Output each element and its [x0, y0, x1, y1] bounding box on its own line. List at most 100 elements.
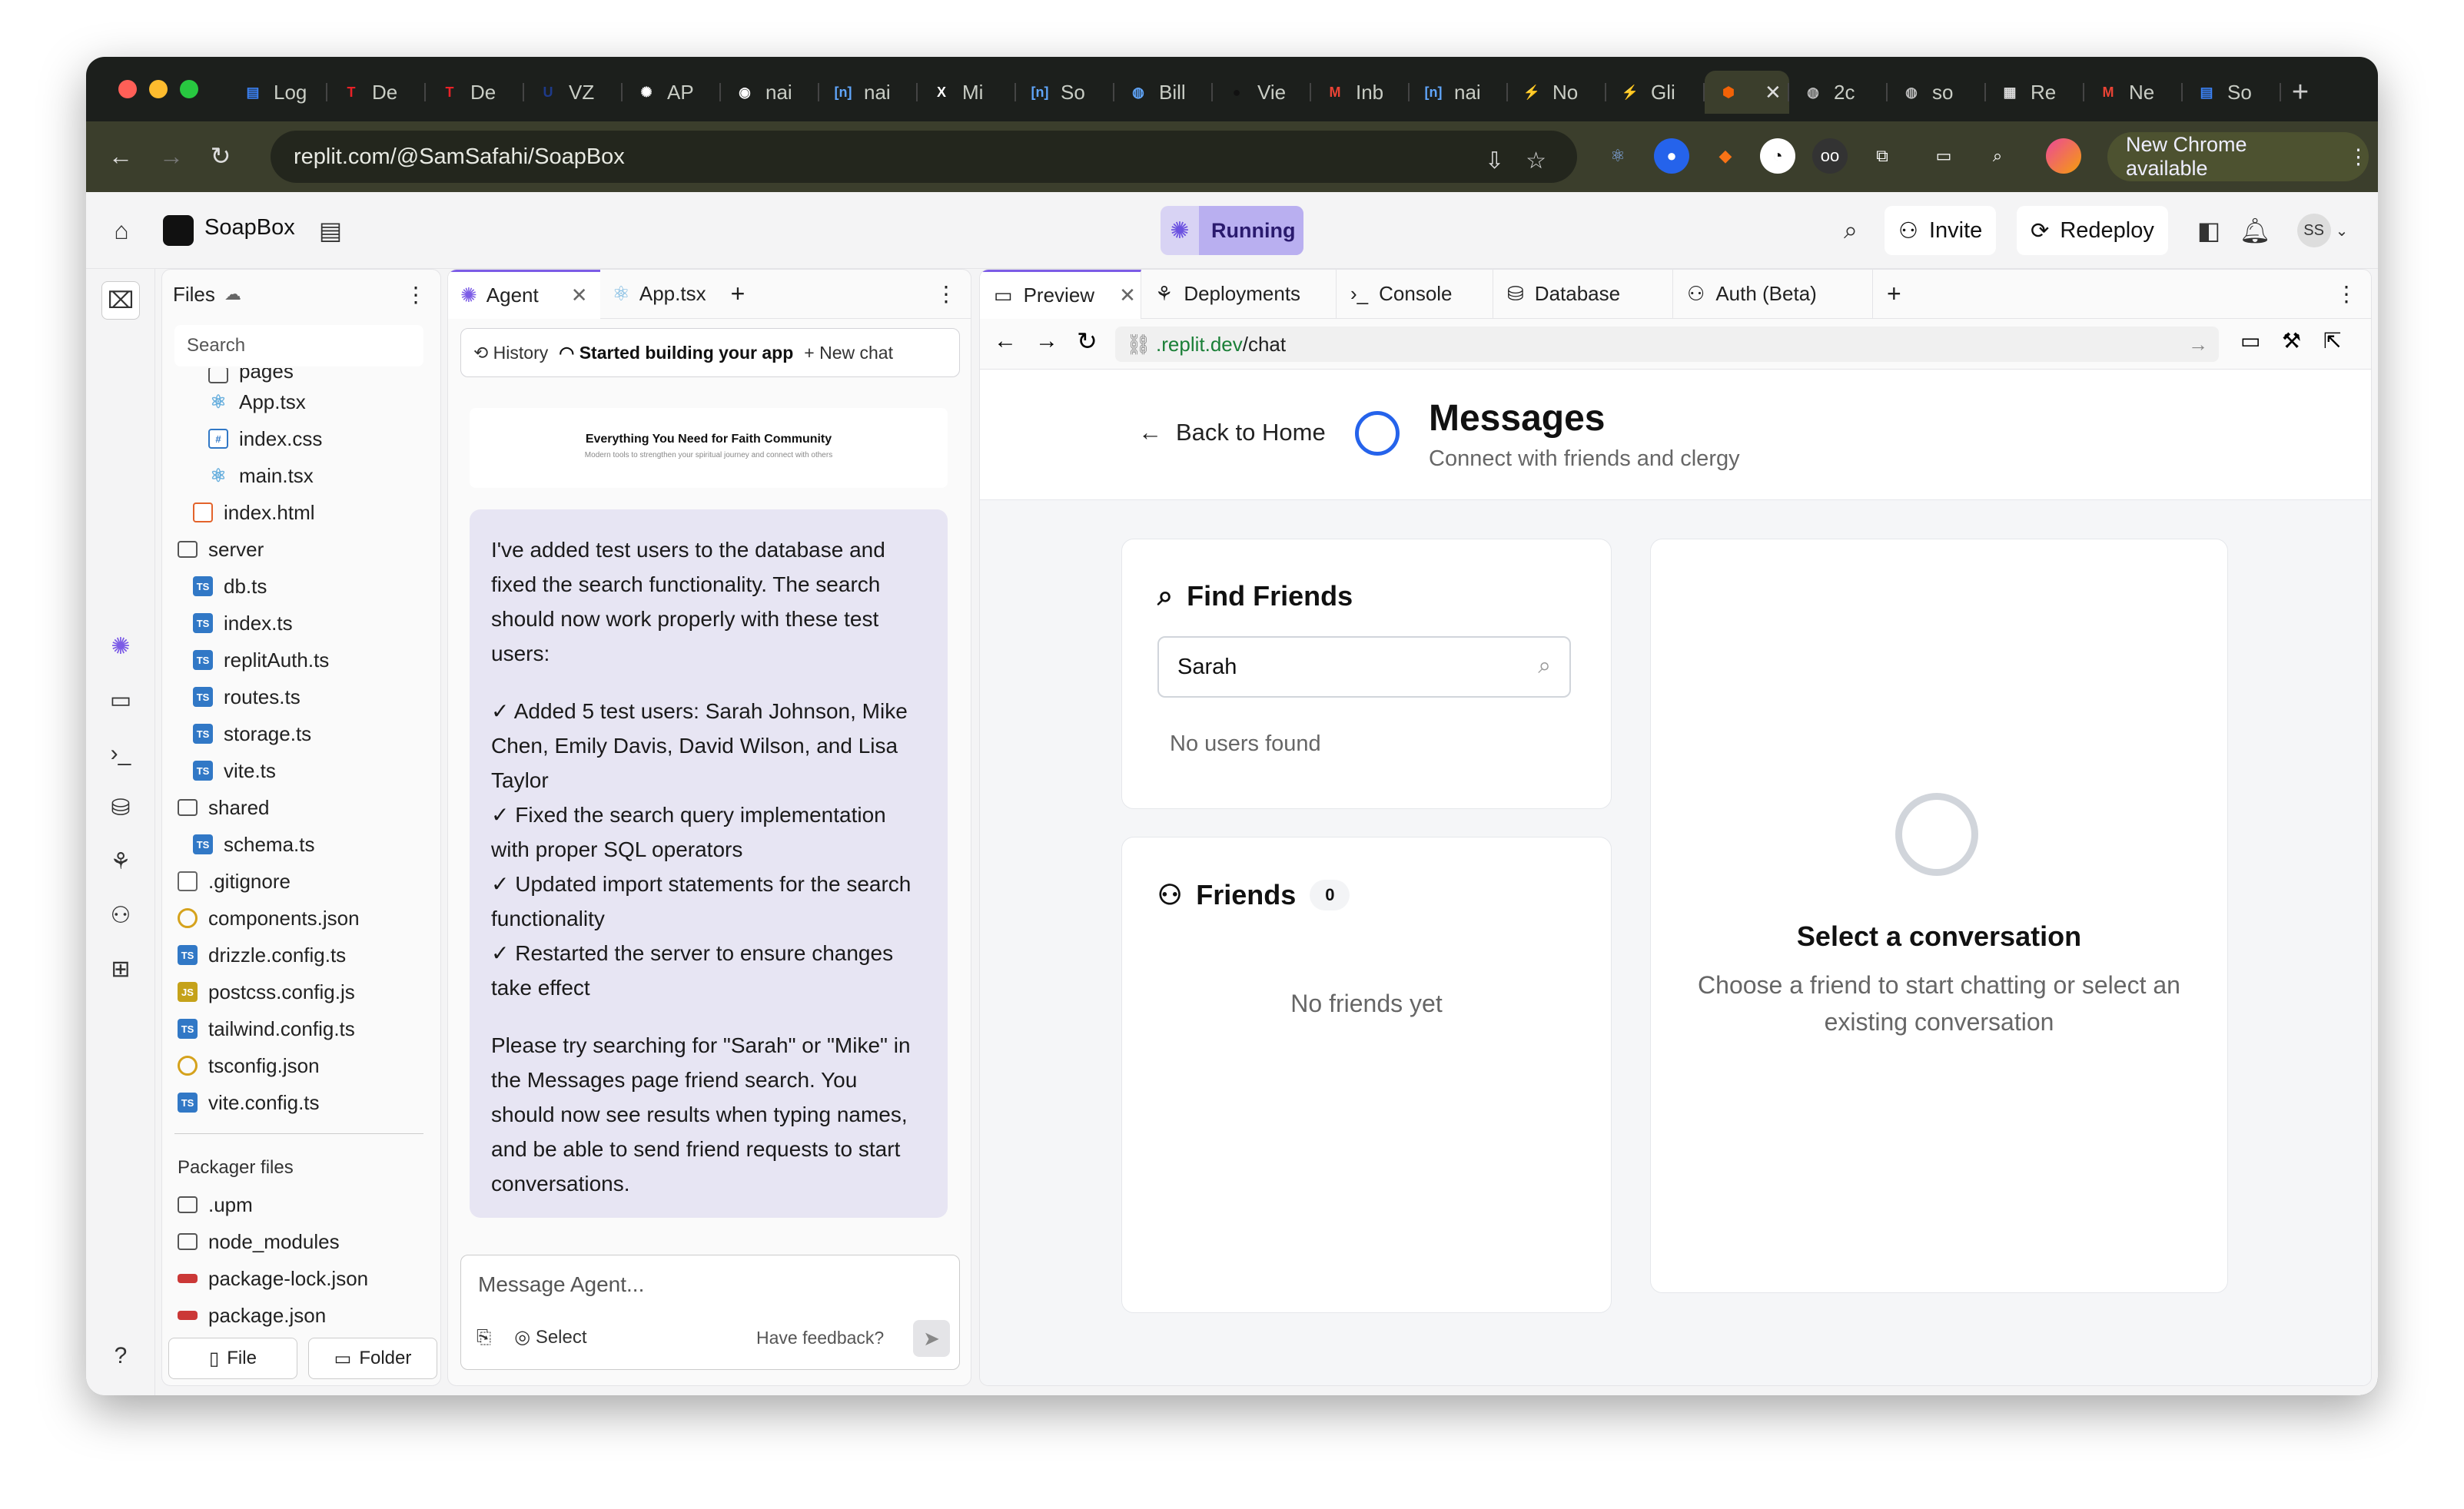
close-tab-icon[interactable]: ✕: [1765, 81, 1782, 104]
tab-database[interactable]: ⛁ Database: [1493, 270, 1673, 319]
browser-tab[interactable]: ▦ Re: [1986, 71, 2084, 114]
file-tree-item[interactable]: ⚛ App.tsx: [168, 383, 430, 420]
files-tool-icon[interactable]: ⌧: [101, 281, 140, 320]
browser-tab[interactable]: ◍ Bill: [1114, 71, 1213, 114]
invite-button[interactable]: ⚇ Invite: [1885, 206, 1997, 255]
forward-arrow-icon[interactable]: →: [152, 137, 191, 175]
address-bar[interactable]: replit.com/@SamSafahi/SoapBox ⇩ ☆: [271, 131, 1577, 258]
back-to-home-button[interactable]: ← Back to Home: [1138, 419, 1326, 446]
tab-deployments[interactable]: ⚘ Deployments: [1141, 270, 1337, 319]
file-tree-item[interactable]: TS tailwind.config.ts: [168, 1010, 430, 1047]
files-menu-icon[interactable]: ⋮: [405, 282, 427, 307]
tab-app-tsx[interactable]: ⚛ App.tsx: [600, 270, 719, 319]
file-tree-item[interactable]: server: [168, 531, 430, 568]
extension-dot-icon[interactable]: ●: [1654, 138, 1689, 174]
browser-tab[interactable]: M Ne: [2084, 71, 2183, 114]
file-tree-item[interactable]: TS schema.ts: [168, 826, 430, 863]
auth-tool-icon[interactable]: ⚇: [101, 896, 140, 934]
browser-tab[interactable]: [n] nai: [1410, 71, 1508, 114]
deployments-tool-icon[interactable]: ⚘: [101, 842, 140, 881]
tab-agent[interactable]: ✺ Agent ✕: [448, 270, 600, 319]
file-tree-item[interactable]: ⚛ main.tsx: [168, 457, 430, 494]
preview-tool-icon[interactable]: ▭: [101, 681, 140, 719]
message-composer[interactable]: Message Agent... ⎘ ◎ Select Have feedbac…: [460, 1255, 960, 1370]
go-arrow-icon[interactable]: →: [2188, 333, 2208, 357]
notification-bell-icon[interactable]: 🔔︎: [2237, 212, 2273, 249]
feedback-link[interactable]: Have feedback?: [756, 1328, 884, 1348]
tab-preview[interactable]: ▭ Preview ✕: [980, 270, 1141, 319]
extension-glasses-icon[interactable]: oo: [1812, 138, 1848, 174]
new-chat-button[interactable]: + New chat: [804, 343, 893, 363]
panels-icon[interactable]: ◧: [2190, 212, 2227, 249]
reload-icon[interactable]: ↻: [201, 137, 240, 175]
bookmark-star-icon[interactable]: ☆: [1526, 148, 1546, 174]
all-tools-icon[interactable]: ⊞: [101, 950, 140, 988]
file-tree-item[interactable]: .upm: [168, 1186, 430, 1223]
kebab-menu-icon[interactable]: ⋮: [2348, 145, 2369, 169]
browser-tab[interactable]: ⚡ No: [1508, 71, 1606, 114]
tab-auth-beta[interactable]: ⚇ Auth (Beta): [1673, 270, 1873, 319]
install-icon[interactable]: ⇩: [1485, 148, 1504, 174]
close-icon[interactable]: ✕: [1119, 284, 1136, 307]
agent-tool-icon[interactable]: ✺: [101, 627, 140, 665]
file-tree-item[interactable]: package-lock.json: [168, 1260, 430, 1297]
lens-icon[interactable]: ⌕: [1980, 138, 2015, 174]
browser-tab[interactable]: ◍ so: [1888, 71, 1986, 114]
file-tree-item[interactable]: components.json: [168, 900, 430, 937]
file-tree-item[interactable]: node_modules: [168, 1223, 430, 1260]
file-tree-item[interactable]: TS vite.config.ts: [168, 1084, 430, 1121]
back-arrow-icon[interactable]: ←: [101, 137, 140, 175]
browser-tab[interactable]: M Inb: [1311, 71, 1410, 114]
browser-tab[interactable]: T De: [426, 71, 524, 114]
preview-back-icon[interactable]: ←: [994, 328, 1017, 354]
file-tree-item[interactable]: TS routes.ts: [168, 678, 430, 715]
file-tree-item[interactable]: TS index.ts: [168, 605, 430, 642]
project-name[interactable]: SoapBox: [204, 215, 295, 240]
browser-tab[interactable]: ✺ AP: [623, 71, 721, 114]
redeploy-button[interactable]: ⟳ Redeploy: [2017, 206, 2168, 255]
close-icon[interactable]: ✕: [571, 284, 588, 307]
files-search-input[interactable]: Search: [174, 325, 423, 366]
select-element-button[interactable]: ◎ Select: [514, 1326, 586, 1348]
preview-reload-icon[interactable]: ↻: [1077, 327, 1098, 356]
add-tab-icon[interactable]: +: [1873, 270, 1915, 319]
file-tree-item[interactable]: # index.css: [168, 420, 430, 457]
send-icon[interactable]: ➤: [913, 1320, 950, 1357]
browser-tab[interactable]: ⚡ Gli: [1606, 71, 1705, 114]
browser-tab[interactable]: X Mi: [918, 71, 1016, 114]
file-tree-item[interactable]: index.html: [168, 494, 430, 531]
preview-forward-icon[interactable]: →: [1035, 328, 1058, 354]
minimize-window-button[interactable]: [149, 80, 168, 98]
tab-console[interactable]: ›_ Console: [1337, 270, 1493, 319]
browser-tab[interactable]: ▤ So: [2183, 71, 2281, 114]
file-tree-item[interactable]: package.json: [168, 1297, 430, 1334]
browser-tab[interactable]: [n] nai: [819, 71, 918, 114]
browser-tab[interactable]: T De: [327, 71, 426, 114]
file-tree-item[interactable]: TS replitAuth.ts: [168, 642, 430, 678]
file-tree-item[interactable]: shared: [168, 789, 430, 826]
preview-screenshot-thumbnail[interactable]: Everything You Need for Faith Community …: [470, 408, 948, 488]
new-file-button[interactable]: ▯ File: [168, 1338, 297, 1379]
extension-clock-icon[interactable]: ◔: [1760, 138, 1795, 174]
attach-icon[interactable]: ⎘: [477, 1327, 491, 1348]
new-chrome-available-button[interactable]: New Chrome available ⋮: [2107, 132, 2369, 181]
file-tree-item[interactable]: .gitignore: [168, 863, 430, 900]
preview-menu-icon[interactable]: ⋮: [2336, 281, 2357, 307]
new-folder-button[interactable]: ▭ Folder: [308, 1338, 437, 1379]
file-tree-item[interactable]: TS vite.ts: [168, 752, 430, 789]
console-tool-icon[interactable]: ›_: [101, 735, 140, 773]
preview-url-field[interactable]: ⛓ .replit.dev /chat →: [1115, 327, 2219, 362]
user-avatar[interactable]: SS ⌄: [2292, 212, 2353, 249]
file-tree-item[interactable]: JS postcss.config.js: [168, 973, 430, 1010]
browser-tab[interactable]: ▤ Log: [229, 71, 327, 114]
profile-avatar[interactable]: [2046, 138, 2081, 174]
browser-tab[interactable]: ◉ nai: [721, 71, 819, 114]
file-tree-item[interactable]: TS db.ts: [168, 568, 430, 605]
composer-placeholder[interactable]: Message Agent...: [478, 1272, 644, 1297]
agent-menu-icon[interactable]: ⋮: [935, 281, 957, 307]
browser-tab[interactable]: [n] So: [1016, 71, 1114, 114]
file-tree-item[interactable]: TS drizzle.config.ts: [168, 937, 430, 973]
add-tab-icon[interactable]: +: [719, 270, 758, 319]
browser-tab[interactable]: U VZ: [524, 71, 623, 114]
browser-tab-active[interactable]: ⬢ ✕: [1705, 71, 1789, 114]
